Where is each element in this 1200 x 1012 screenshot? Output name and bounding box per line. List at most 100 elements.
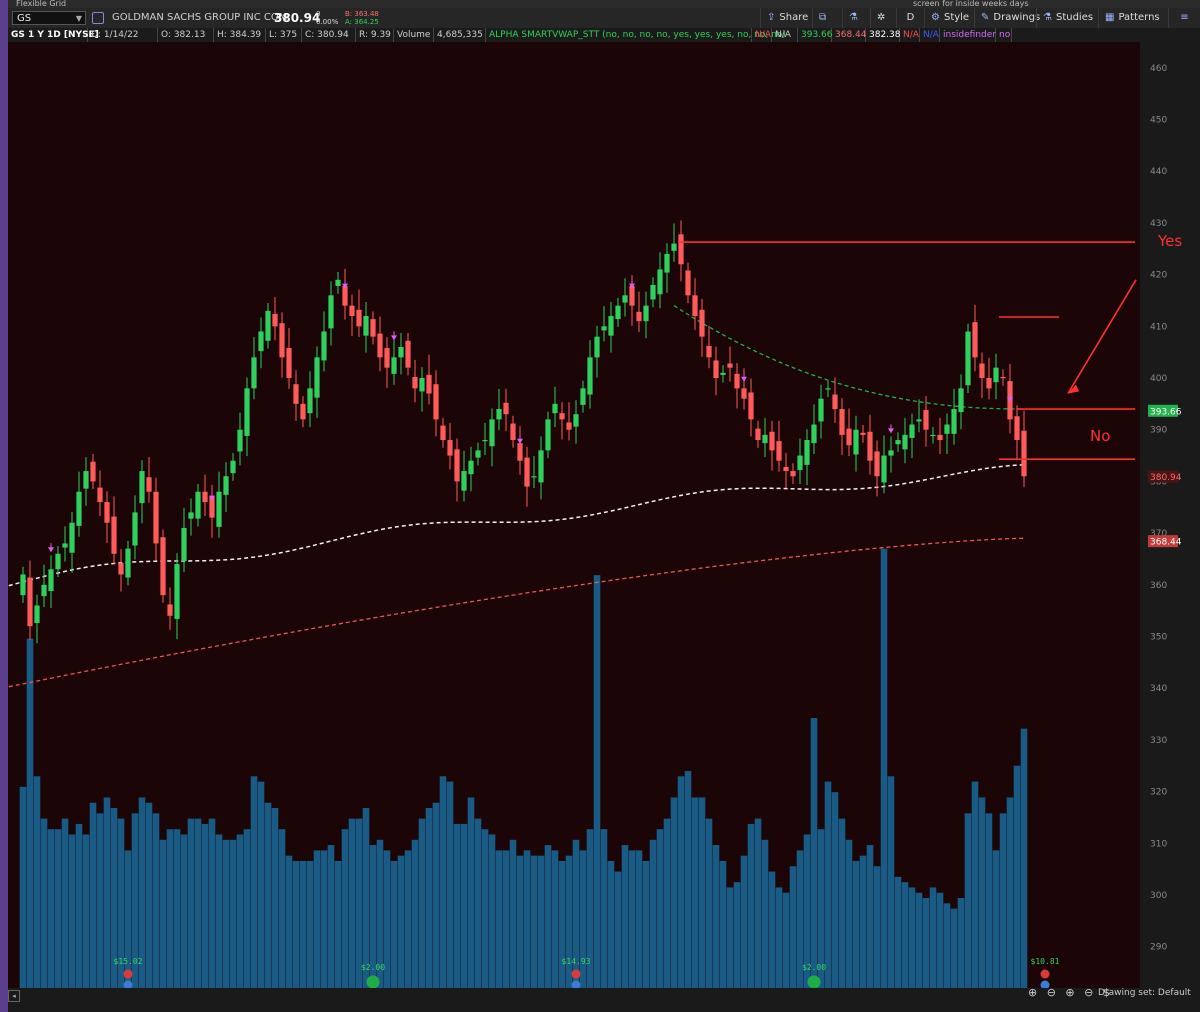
candle-body (965, 331, 971, 386)
study-legend-item[interactable]: 393.66 (798, 28, 833, 42)
study-legend-item[interactable]: GS 1 Y 1D [NYSE] (8, 28, 99, 42)
candle-body (671, 243, 677, 251)
symbol-value: GS (17, 13, 32, 24)
symbol-link-icon[interactable] (92, 12, 104, 24)
study-legend-item[interactable]: N/A (752, 28, 772, 42)
share-icon: ⇪ (767, 12, 776, 23)
study-legend-item[interactable]: 368.44 (832, 28, 867, 42)
volume-bar (159, 839, 167, 988)
event-label: $15.02 (114, 957, 143, 966)
study-legend-item[interactable]: O: 382.13 (158, 28, 214, 42)
patterns-button[interactable]: ▦ Patterns (1098, 8, 1164, 28)
volume-bar (957, 898, 965, 988)
timeframe-button[interactable]: D (896, 8, 924, 28)
volume-bar (593, 575, 601, 988)
candle-body (755, 428, 761, 441)
candle-body (972, 322, 978, 358)
candle-body (230, 460, 236, 474)
candle-body (83, 471, 89, 489)
candle-body (580, 388, 586, 405)
candle-body (286, 348, 292, 379)
volume-bar (271, 808, 279, 988)
volume-bar (432, 802, 440, 988)
style-button[interactable]: ⚙ Style (924, 8, 974, 28)
volume-bar (481, 829, 489, 988)
volume-bar (705, 818, 713, 988)
study-legend-item[interactable]: C: 380.94 (302, 28, 356, 42)
volume-bar (397, 855, 405, 988)
price-chart-svg[interactable]: 2903003103203303403503603703803904004104… (8, 42, 1200, 1012)
detach-button[interactable]: ⧉ (812, 8, 842, 28)
scroll-left-icon[interactable]: ◂ (8, 990, 20, 1002)
volume-bar (908, 887, 916, 988)
candle-body (839, 409, 845, 435)
candle-body (363, 315, 369, 336)
last-price-label: 380.94 (1150, 473, 1182, 483)
candle-body (762, 434, 768, 444)
study-legend-item[interactable]: insidefinder (940, 28, 996, 42)
volume-bar (173, 829, 181, 988)
study-legend-item[interactable]: R: 9.39 (356, 28, 394, 42)
study-legend-item[interactable]: N/A (772, 28, 798, 42)
flask-icon: ⚗ (849, 12, 858, 23)
candle-body (629, 285, 635, 306)
settings-button[interactable]: ✲ (870, 8, 896, 28)
chevron-down-icon[interactable]: ▼ (76, 12, 82, 26)
study-legend-item[interactable]: N/A (900, 28, 920, 42)
candle-body (496, 409, 502, 420)
price-tick-label: 410 (1150, 322, 1167, 332)
volume-bar (915, 892, 923, 988)
volume-bar (222, 839, 230, 988)
candle-body (573, 414, 579, 427)
volume-bar (124, 850, 132, 988)
candle-body (993, 367, 999, 383)
volume-bar (474, 818, 482, 988)
candle-body (202, 491, 208, 503)
volume-bar (775, 887, 783, 988)
candle-body (944, 424, 950, 434)
study-legend-item[interactable]: 4,685,335 (434, 28, 486, 42)
volume-bar (75, 823, 83, 988)
volume-bar (320, 850, 328, 988)
candle-body (440, 425, 446, 441)
volume-bar (691, 797, 699, 988)
candle-body (636, 311, 642, 322)
candle-body (818, 398, 824, 422)
study-legend-item[interactable]: Volume (394, 28, 434, 42)
earnings-icon (123, 969, 133, 979)
candle-body (272, 313, 278, 327)
volume-bar (887, 776, 895, 988)
drawings-button[interactable]: ✎ Drawings (974, 8, 1040, 28)
menu-icon[interactable]: ≡ (1168, 8, 1200, 28)
study-legend-item[interactable]: no (996, 28, 1012, 42)
volume-bar (488, 834, 496, 988)
study-legend-item[interactable]: H: 384.39 (214, 28, 266, 42)
study-legend-item[interactable]: N/A (920, 28, 940, 42)
study-legend-item[interactable]: ALPHA SMARTVWAP_STT (no, no, no, no, yes… (486, 28, 786, 42)
studies-button[interactable]: ⚗ Studies (1036, 8, 1098, 28)
symbol-input[interactable]: GS ▼ (12, 11, 86, 25)
candle-body (405, 340, 411, 368)
volume-bar (810, 718, 818, 988)
ask-value: A: 364.25 (345, 18, 379, 26)
study-legend-item[interactable]: D: 1/14/22 (88, 28, 158, 42)
candle-body (328, 295, 334, 329)
chart-area[interactable]: 2903003103203303403503603703803904004104… (8, 42, 1200, 1012)
study-legend-item[interactable]: L: 375 (266, 28, 302, 42)
inside-bar-arrow (741, 376, 747, 382)
inside-bar-arrow (888, 428, 894, 434)
drawing-set-label[interactable]: Drawing set: Default (1098, 988, 1191, 998)
candle-body (167, 604, 173, 616)
volume-bar (418, 818, 426, 988)
study-legend-item[interactable]: 382.38 (866, 28, 901, 42)
volume-bar (215, 834, 223, 988)
volume-bar (166, 829, 174, 988)
volume-bar (719, 860, 727, 988)
candle-body (797, 455, 803, 471)
company-name: GOLDMAN SACHS GROUP INC COM (112, 12, 288, 23)
price-tick-label: 310 (1150, 839, 1167, 849)
study-legend: GS 1 Y 1D [NYSE] D: 1/14/22 O: 382.13 H: 38… (8, 28, 1200, 42)
share-button[interactable]: ⇪ Share (760, 8, 812, 28)
candle-body (958, 388, 964, 413)
flask-button[interactable]: ⚗ (842, 8, 870, 28)
